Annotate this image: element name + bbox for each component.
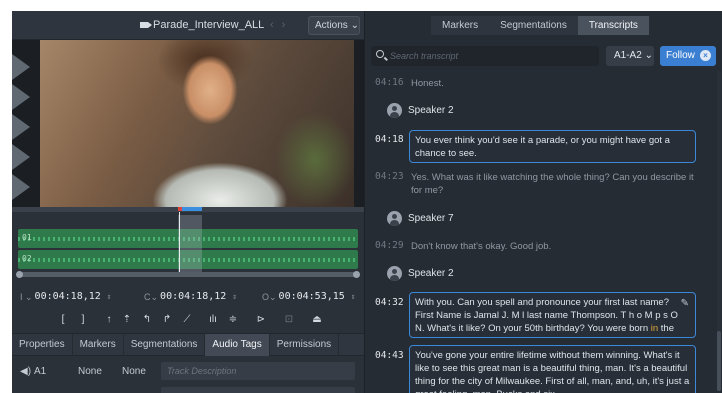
extract-icon[interactable]: ⇡ [120,313,134,327]
clip-title: Parade_Interview_ALL [153,19,265,31]
speaker-name[interactable]: Speaker 7 [408,213,454,224]
transcript-scrollbar[interactable] [717,71,721,391]
scrollbar-thumb[interactable] [717,331,721,391]
edit-toolbar: [ ] ↑ ⇡ ↰ ↱ ⟋ ılı ≑ ⊳ ⊡ ⏏ [12,309,364,333]
video-viewer[interactable] [12,40,364,207]
track-description-input[interactable] [161,362,355,380]
marker-triangle-icon [12,174,30,200]
search-icon [376,50,384,58]
in-timecode[interactable]: I ⌄ 00:04:18,12 ⇕ [20,288,112,306]
transcript-text: Don't know that's okay. Good job. [411,241,552,252]
timecode-row: I ⌄ 00:04:18,12 ⇕ C⌄ 00:04:18,12 ⇕ O⌄ 00… [12,285,364,309]
follow-label: Follow [666,50,695,61]
track-label: 01 [22,233,32,242]
avatar [387,266,402,281]
marker-triangle-icon [12,144,30,170]
prev-clip-button[interactable]: ‹ [270,19,282,31]
tab-permissions[interactable]: Permissions [270,334,340,356]
player-header: Parade_Interview_ALL ‹› Actions ⌄ [12,11,364,40]
search-input[interactable] [390,46,595,66]
current-timecode[interactable]: C⌄ 00:04:18,12 ⇕ [144,288,238,306]
in-point-marker[interactable] [178,207,182,211]
play-region-icon[interactable]: ⊳ [254,313,268,327]
tab-segmentations[interactable]: Segmentations [124,334,206,356]
clip-title-group: Parade_Interview_ALL [140,19,264,31]
transcript-text-box[interactable]: With you. Can you spell and pronounce yo… [409,292,696,338]
marker-triangle-icon [12,54,30,80]
close-icon[interactable]: × [700,50,711,61]
tab-markers[interactable]: Markers [73,334,124,356]
clip-nav: ‹› [270,19,293,31]
timestamp[interactable]: 04:23 [375,171,404,182]
transcript-text: Honest. [411,78,444,89]
tag-one[interactable]: None [78,366,102,377]
speaker-name[interactable]: Speaker 2 [408,105,454,116]
timestamp[interactable]: 04:32 [375,297,404,308]
selection-overlay [178,215,202,273]
timestamp[interactable]: 04:18 [375,134,404,145]
mixer-icon[interactable]: ≑ [226,313,240,327]
track-name: A1 [34,366,47,377]
stepper-icon[interactable]: ⇕ [351,288,356,306]
stepper-icon[interactable]: ⇕ [232,288,237,306]
undo-arrow-icon[interactable]: ↰ [140,313,154,327]
next-clip-button[interactable]: › [282,19,294,31]
lift-icon[interactable]: ↑ [102,313,116,327]
right-tabs: Markers Segmentations Transcripts [431,16,649,35]
avatar [387,211,402,226]
search-box[interactable] [371,46,599,66]
eject-icon[interactable]: ⏏ [310,313,324,327]
transcript-toolbar: A1-A2 ⌄ Follow × [365,45,722,69]
timeline-scrollbar[interactable] [16,271,360,278]
audio-tag-row: ◀) A1 None None [12,361,364,383]
tag-two[interactable]: None [122,366,146,377]
mark-out-button[interactable]: ] [76,313,90,327]
tab-audio-tags[interactable]: Audio Tags [205,334,270,356]
player-panel: Parade_Interview_ALL ‹› Actions ⌄ 01 02 … [12,11,364,393]
razor-icon[interactable]: ⟋ [180,313,194,327]
speaker-volume-icon[interactable]: ◀) [20,366,31,377]
timestamp[interactable]: 04:43 [375,350,404,361]
disabled-tool-icon[interactable]: ⊡ [282,313,296,327]
left-tabs: Properties Markers Segmentations Audio T… [12,333,364,356]
marker-triangle-icon [12,84,30,110]
timeline[interactable]: 01 02 [12,207,364,285]
out-timecode[interactable]: O⌄ 00:04:53,15 ⇕ [262,288,356,306]
transcript-text: Yes. What was it like watching the whole… [411,172,694,196]
tab-transcripts[interactable]: Transcripts [577,16,649,35]
edit-pencil-icon[interactable]: ✎ [681,297,689,310]
audio-tag-row [12,386,364,393]
marker-triangle-icon [12,114,30,140]
mark-in-button[interactable]: [ [56,313,70,327]
camera-icon [140,22,152,28]
follow-button[interactable]: Follow × [660,46,716,66]
tab-markers-right[interactable]: Markers [431,16,490,35]
tab-segmentations-right[interactable]: Segmentations [489,16,578,35]
avatar [387,103,402,118]
redo-arrow-icon[interactable]: ↱ [160,313,174,327]
video-frame [40,40,354,207]
playhead[interactable] [179,212,180,275]
track-description-input[interactable] [161,387,355,393]
stepper-icon[interactable]: ⇕ [107,288,112,306]
audio-levels-icon[interactable]: ılı [206,313,220,327]
speaker-name[interactable]: Speaker 2 [408,268,454,279]
track-select[interactable]: A1-A2 ⌄ [606,46,654,66]
transcript-panel: Markers Segmentations Transcripts A1-A2 … [364,11,722,393]
timestamp[interactable]: 04:29 [375,240,404,251]
transcript-text-box[interactable]: You ever think you'd see it a parade, or… [409,130,696,163]
tab-properties[interactable]: Properties [12,334,73,356]
app-window: Parade_Interview_ALL ‹› Actions ⌄ 01 02 … [12,11,722,393]
timestamp[interactable]: 04:16 [375,77,404,88]
transcript-text-box[interactable]: You've gone your entire lifetime without… [409,345,696,393]
track-label: 02 [22,254,32,263]
actions-dropdown[interactable]: Actions ⌄ [308,16,360,35]
